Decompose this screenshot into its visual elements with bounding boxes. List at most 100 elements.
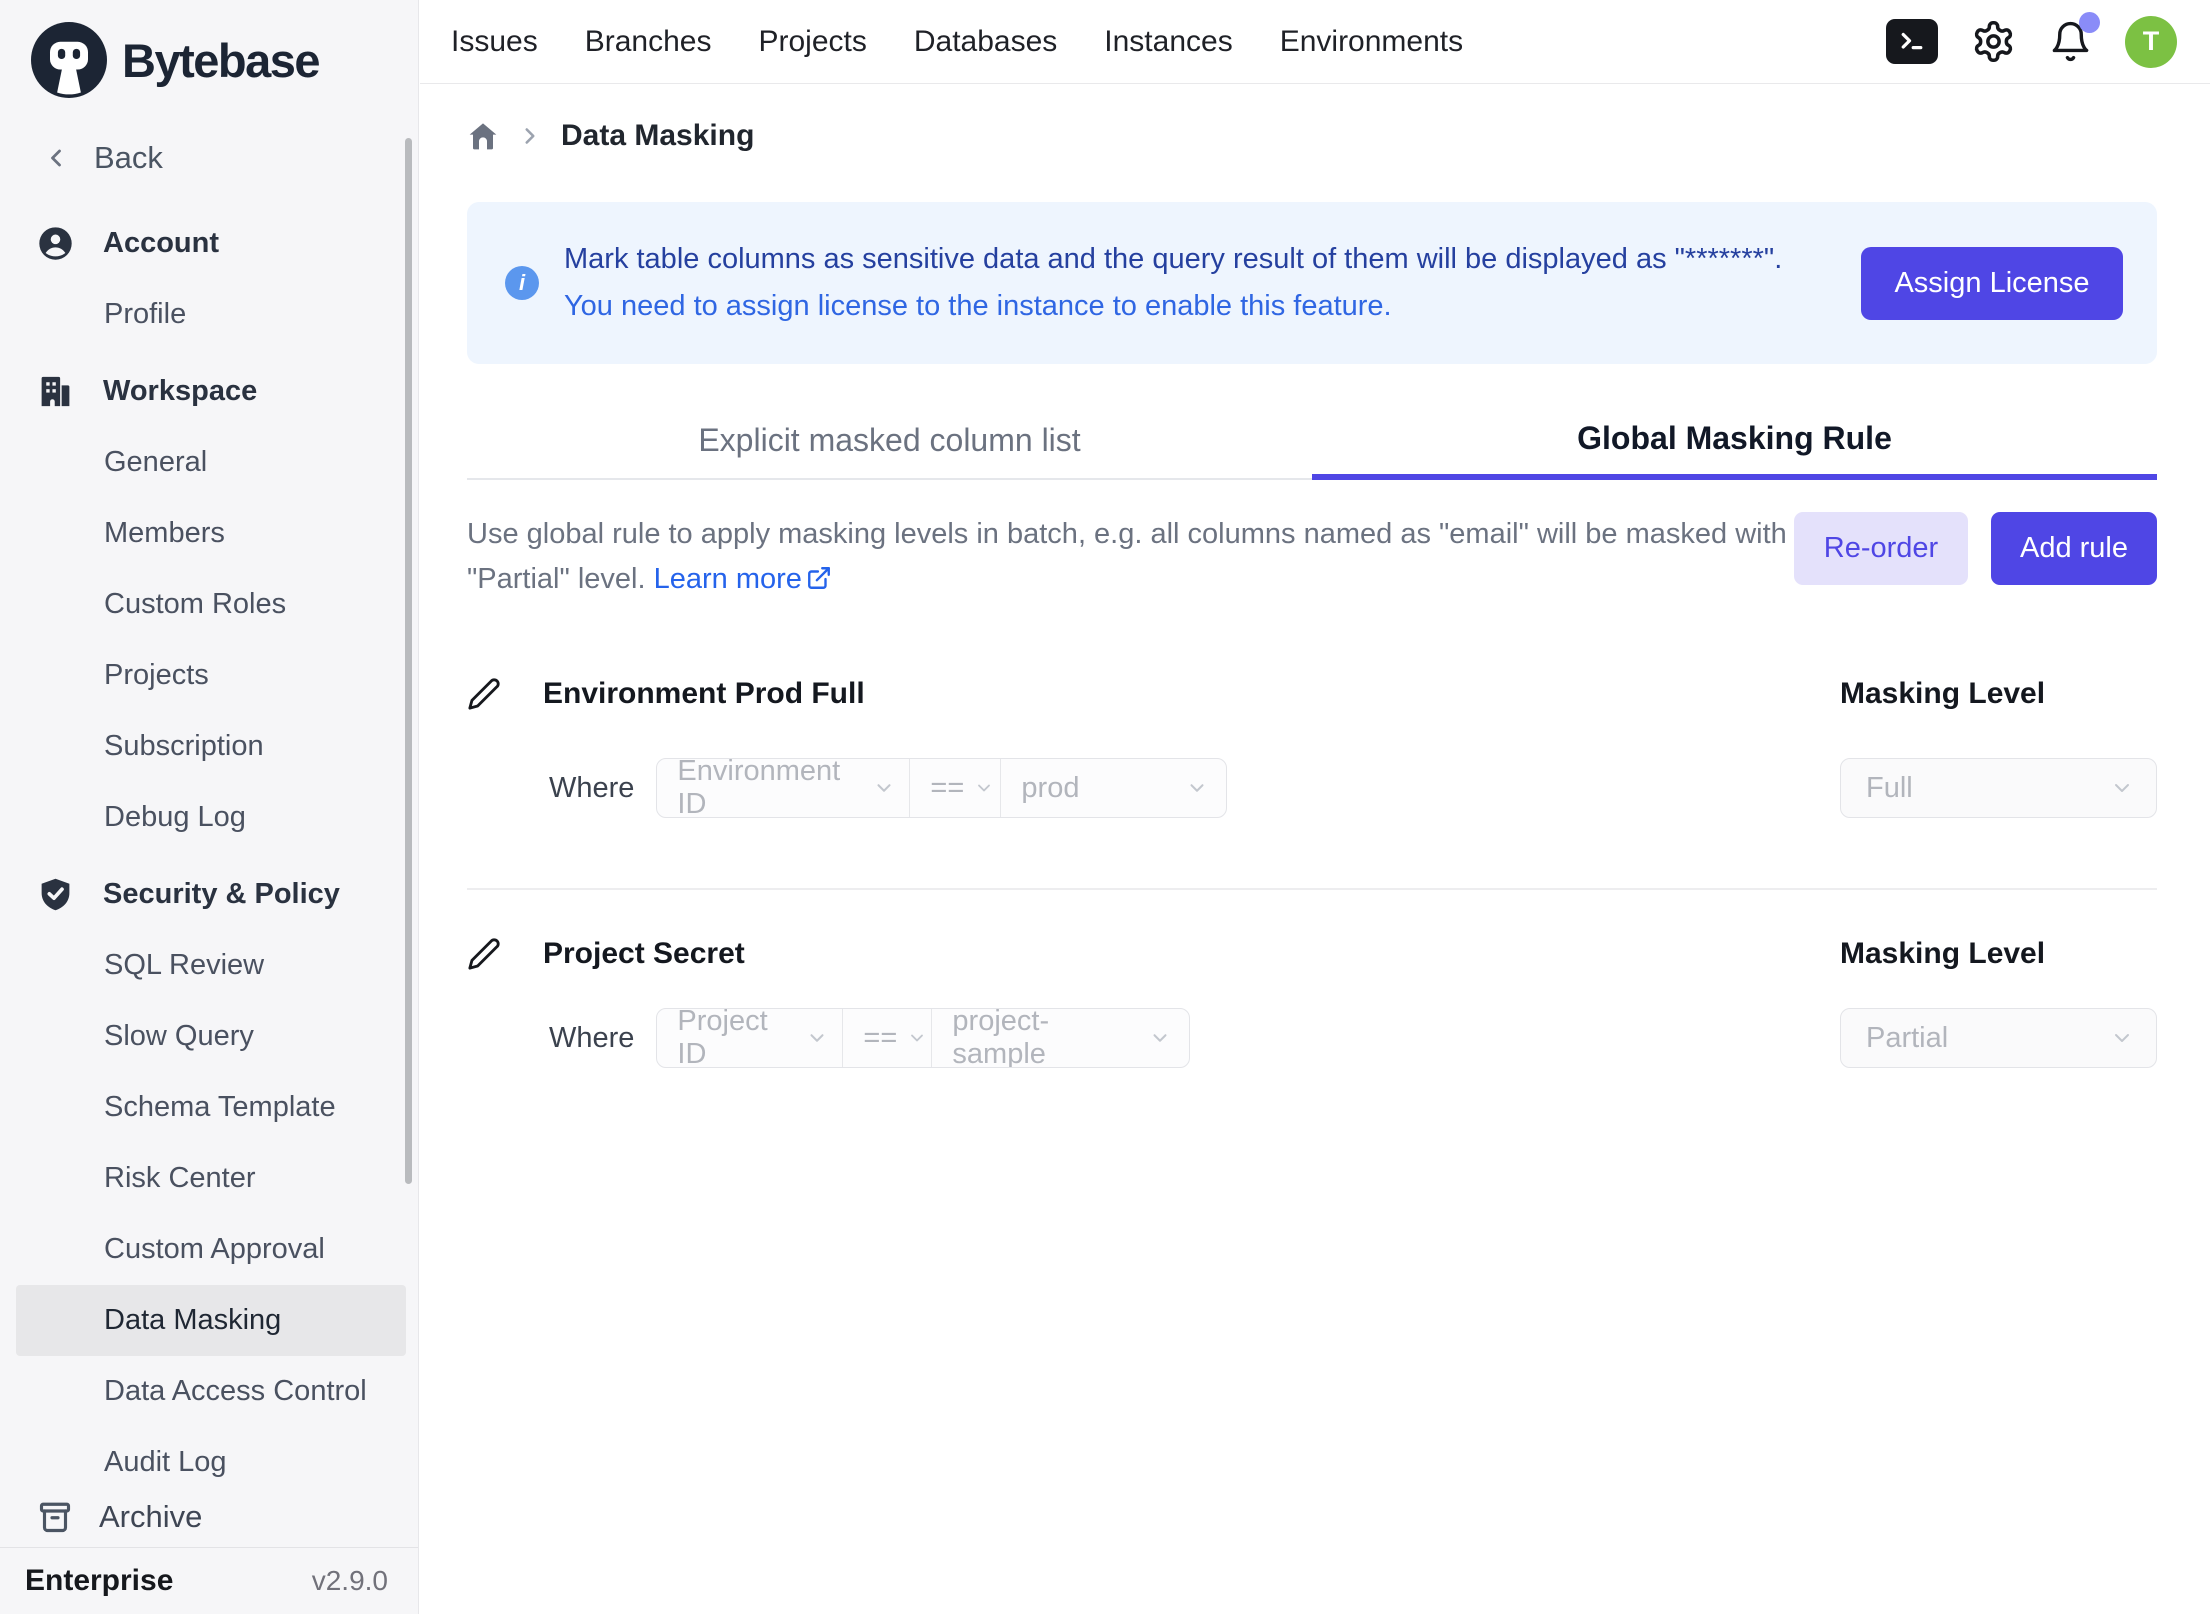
sidebar-section-security-policy: Security & Policy [0, 859, 418, 930]
page-title: Data Masking [561, 119, 754, 153]
add-rule-button[interactable]: Add rule [1991, 512, 2157, 585]
edit-pencil-icon[interactable] [467, 677, 501, 711]
condition-operator-select[interactable]: == [910, 759, 1001, 817]
nav-instances[interactable]: Instances [1104, 25, 1232, 59]
building-icon [37, 373, 74, 410]
rule-title: Environment Prod Full [543, 677, 865, 711]
tab-bar: Explicit masked column list Global Maski… [467, 402, 2157, 480]
chevron-down-icon [974, 778, 994, 798]
breadcrumb: Data Masking [467, 112, 754, 160]
sidebar-item-slow-query[interactable]: Slow Query [0, 1001, 418, 1072]
sidebar-section-account: Account [0, 208, 418, 279]
nav-branches[interactable]: Branches [585, 25, 712, 59]
avatar[interactable]: T [2125, 16, 2177, 68]
assign-license-button[interactable]: Assign License [1861, 247, 2123, 320]
plan-name: Enterprise [25, 1564, 173, 1598]
learn-more-link[interactable]: Learn more [654, 563, 832, 595]
chevron-down-icon [1186, 777, 1208, 799]
banner-line1: Mark table columns as sensitive data and… [564, 243, 1782, 276]
condition-group: Environment ID == prod [656, 758, 1227, 818]
masking-level-select[interactable]: Full [1840, 758, 2157, 818]
sidebar-item-data-masking[interactable]: Data Masking [16, 1285, 406, 1356]
sidebar-item-debug-log[interactable]: Debug Log [0, 782, 418, 853]
sidebar-scrollbar[interactable] [405, 138, 412, 1184]
plan-row: Enterprise v2.9.0 [0, 1547, 418, 1614]
nav-projects[interactable]: Projects [758, 25, 866, 59]
sidebar-item-members[interactable]: Members [0, 498, 418, 569]
condition-attribute-select[interactable]: Environment ID [657, 759, 910, 817]
app-version: v2.9.0 [312, 1565, 388, 1597]
chevron-down-icon [2110, 1026, 2134, 1050]
home-icon[interactable] [467, 120, 499, 152]
chevron-left-icon [42, 144, 70, 172]
archive-button[interactable]: Archive [0, 1487, 418, 1547]
condition-value-select[interactable]: project-sample [932, 1009, 1189, 1067]
chevron-down-icon [1149, 1027, 1171, 1049]
nav-databases[interactable]: Databases [914, 25, 1057, 59]
sidebar-item-schema-template[interactable]: Schema Template [0, 1072, 418, 1143]
sidebar-item-sql-review[interactable]: SQL Review [0, 930, 418, 1001]
masking-rule-project-secret: Project Secret Masking Level Where Proje… [467, 932, 2157, 1162]
sidebar-item-subscription[interactable]: Subscription [0, 711, 418, 782]
chevron-down-icon [873, 777, 895, 799]
where-label: Where [549, 1022, 634, 1055]
archive-label: Archive [99, 1499, 202, 1535]
sidebar-bottom: Archive Enterprise v2.9.0 [0, 1487, 418, 1614]
bytebase-logo-icon [31, 22, 107, 98]
condition-group: Project ID == project-sample [656, 1008, 1190, 1068]
sidebar-item-risk-center[interactable]: Risk Center [0, 1143, 418, 1214]
tab-explicit-masked-column-list[interactable]: Explicit masked column list [467, 402, 1312, 480]
sidebar-item-audit-log[interactable]: Audit Log [0, 1427, 418, 1488]
chevron-down-icon [907, 1028, 927, 1048]
sidebar-item-custom-approval[interactable]: Custom Approval [0, 1214, 418, 1285]
sidebar-item-profile[interactable]: Profile [0, 279, 418, 350]
rule-condition: Where Environment ID == prod [549, 758, 1227, 818]
rules-toolbar: Use global rule to apply masking levels … [467, 512, 2157, 602]
main-content: Issues Branches Projects Databases Insta… [420, 0, 2210, 1614]
tab-global-masking-rule[interactable]: Global Masking Rule [1312, 402, 2157, 480]
brand-name: Bytebase [122, 33, 319, 88]
masking-rule-environment-prod-full: Environment Prod Full Masking Level Wher… [467, 672, 2157, 902]
brand-logo[interactable]: Bytebase [31, 22, 319, 98]
edit-pencil-icon[interactable] [467, 937, 501, 971]
sidebar-item-projects[interactable]: Projects [0, 640, 418, 711]
terminal-icon[interactable] [1886, 19, 1938, 64]
masking-level-label: Masking Level [1840, 932, 2045, 976]
sidebar-item-custom-roles[interactable]: Custom Roles [0, 569, 418, 640]
top-bar-actions: T [1886, 16, 2177, 68]
archive-icon [37, 1499, 73, 1535]
sidebar-nav: Account Profile Workspace General Member… [0, 208, 418, 1488]
top-bar: Issues Branches Projects Databases Insta… [420, 0, 2210, 84]
rules-description: Use global rule to apply masking levels … [467, 512, 1794, 602]
reorder-button[interactable]: Re-order [1794, 512, 1968, 585]
banner-text: Mark table columns as sensitive data and… [564, 243, 1782, 323]
shield-check-icon [37, 876, 74, 913]
back-label: Back [94, 140, 163, 176]
external-link-icon [806, 565, 832, 591]
chevron-right-icon [517, 123, 543, 149]
info-icon: i [505, 266, 539, 300]
user-icon [37, 225, 74, 262]
nav-environments[interactable]: Environments [1280, 25, 1463, 59]
rule-condition: Where Project ID == project-sample [549, 1008, 1190, 1068]
sidebar-item-data-access-control[interactable]: Data Access Control [0, 1356, 418, 1427]
condition-operator-select[interactable]: == [843, 1009, 932, 1067]
license-banner: i Mark table columns as sensitive data a… [467, 202, 2157, 364]
rules-divider [467, 888, 2157, 890]
condition-value-select[interactable]: prod [1001, 759, 1226, 817]
rule-title: Project Secret [543, 937, 745, 971]
sidebar-item-general[interactable]: General [0, 427, 418, 498]
masking-level-select[interactable]: Partial [1840, 1008, 2157, 1068]
nav-issues[interactable]: Issues [451, 25, 538, 59]
bell-icon[interactable] [2049, 20, 2092, 63]
notification-dot [2079, 12, 2100, 33]
where-label: Where [549, 772, 634, 805]
sidebar-section-workspace: Workspace [0, 356, 418, 427]
masking-level-label: Masking Level [1840, 672, 2045, 716]
rules-actions: Re-order Add rule [1794, 512, 2157, 585]
chevron-down-icon [2110, 776, 2134, 800]
top-nav: Issues Branches Projects Databases Insta… [451, 25, 1463, 59]
gear-icon[interactable] [1971, 19, 2016, 64]
condition-attribute-select[interactable]: Project ID [657, 1009, 843, 1067]
back-button[interactable]: Back [42, 140, 163, 176]
